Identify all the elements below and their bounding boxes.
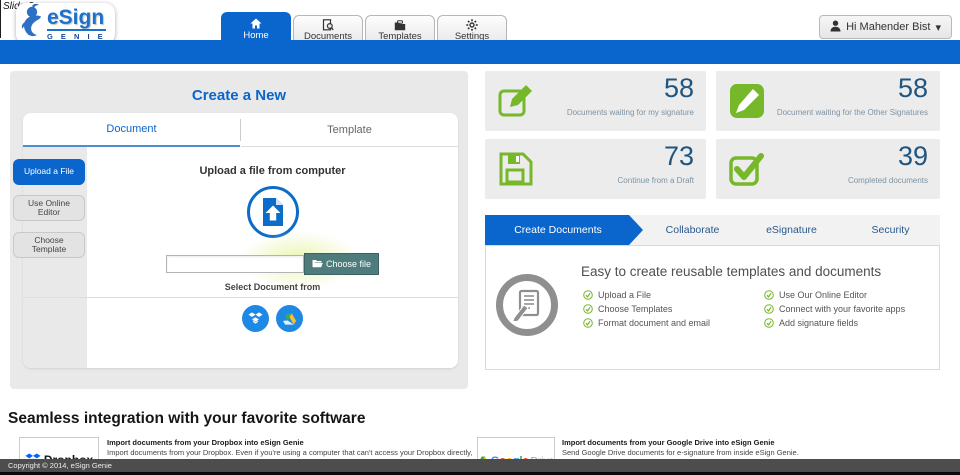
dropbox-icon: [248, 312, 263, 325]
folder-icon: [394, 19, 406, 31]
stat-label: Completed documents: [848, 176, 928, 185]
file-chooser-row: Choose file: [87, 253, 458, 275]
workflow-tab-bar: Create Documents Collaborate eSignature …: [485, 215, 940, 245]
google-integration-body: Send Google Drive documents for e-signat…: [562, 448, 952, 458]
pencil-icon: [728, 82, 766, 125]
choose-file-label: Choose file: [326, 259, 371, 269]
slide-edge-line: [0, 0, 1, 38]
edit-square-icon: [497, 82, 535, 125]
chevron-down-icon: ▾: [935, 21, 941, 34]
person-icon: [830, 20, 841, 35]
upload-a-file-button[interactable]: Upload a File: [13, 159, 85, 185]
logo-wordmark: eSign: [47, 7, 106, 31]
check-circle-icon: [764, 304, 774, 314]
google-drive-icon: [282, 312, 297, 326]
check-circle-icon: [764, 318, 774, 328]
stat-card-completed[interactable]: 39 Completed documents: [716, 139, 940, 199]
stat-value: 73: [664, 141, 694, 172]
check-circle-icon: [583, 290, 593, 300]
google-drive-source-button[interactable]: [276, 305, 303, 332]
tab-document[interactable]: Document: [23, 113, 240, 147]
stat-label: Continue from a Draft: [618, 176, 694, 185]
features-heading: Easy to create reusable templates and do…: [581, 264, 881, 279]
google-integration-text: Import documents from your Google Drive …: [562, 438, 952, 458]
tab-collaborate[interactable]: Collaborate: [643, 215, 742, 245]
user-name: Hi Mahender Bist: [846, 21, 930, 33]
create-card: Document Template Upload a File Use Onli…: [23, 113, 458, 368]
dropbox-source-button[interactable]: [242, 305, 269, 332]
create-panel-title: Create a New: [10, 87, 468, 104]
choose-file-button[interactable]: Choose file: [304, 253, 379, 275]
stat-value: 39: [898, 141, 928, 172]
header-accent-bar: [0, 40, 960, 64]
feature-item: Choose Templates: [583, 304, 710, 314]
stat-value: 58: [664, 73, 694, 104]
feature-item: Connect with your favorite apps: [764, 304, 905, 314]
select-document-from-label: Select Document from: [87, 282, 458, 292]
gear-icon: [466, 19, 478, 31]
google-integration-title: Import documents from your Google Drive …: [562, 438, 952, 448]
check-circle-icon: [583, 304, 593, 314]
feature-item: Upload a File: [583, 290, 710, 300]
stat-value: 58: [898, 73, 928, 104]
integrations-heading: Seamless integration with your favorite …: [8, 410, 365, 428]
stat-card-waiting-my-signature[interactable]: 58 Documents waiting for my signature: [485, 71, 706, 131]
tab-security[interactable]: Security: [841, 215, 940, 245]
nav-tab-label: Home: [243, 30, 268, 41]
feature-item: Format document and email: [583, 318, 710, 328]
tab-esignature[interactable]: eSignature: [742, 215, 841, 245]
upload-heading: Upload a file from computer: [87, 165, 458, 177]
save-icon: [497, 150, 535, 193]
esign-genie-dashboard: Slide 2 eSign G E N I E Home: [0, 0, 960, 475]
tab-template[interactable]: Template: [241, 113, 458, 147]
footer-bar: Copyright © 2014, eSign Genie: [0, 459, 960, 472]
create-card-tabs: Document Template: [23, 113, 458, 147]
open-folder-icon: [312, 259, 323, 270]
genie-mascot-icon: [19, 4, 45, 43]
dropbox-integration-title: Import documents from your Dropbox into …: [107, 438, 479, 448]
choose-template-button[interactable]: Choose Template: [13, 232, 85, 258]
feature-item: Add signature fields: [764, 318, 905, 328]
user-menu-button[interactable]: Hi Mahender Bist ▾: [819, 15, 952, 39]
features-left-column: Upload a File Choose Templates Format do…: [583, 290, 710, 328]
tab-create-documents[interactable]: Create Documents: [485, 215, 643, 245]
feature-item: Use Our Online Editor: [764, 290, 905, 300]
document-search-icon: [322, 19, 334, 31]
divider-line: [23, 297, 458, 298]
stat-card-continue-draft[interactable]: 73 Continue from a Draft: [485, 139, 706, 199]
copyright-text: Copyright © 2014, eSign Genie: [8, 461, 112, 470]
stat-label: Documents waiting for my signature: [567, 108, 694, 117]
document-pen-badge-icon: [496, 274, 558, 336]
stat-label: Document waiting for the Other Signature…: [777, 108, 928, 117]
check-circle-icon: [583, 318, 593, 328]
features-panel: Easy to create reusable templates and do…: [485, 245, 940, 370]
file-path-input[interactable]: [166, 255, 304, 273]
stat-card-waiting-other-signatures[interactable]: 58 Document waiting for the Other Signat…: [716, 71, 940, 131]
features-right-column: Use Our Online Editor Connect with your …: [764, 290, 905, 328]
create-new-panel: Create a New Document Template Upload a …: [10, 71, 468, 389]
esign-genie-logo[interactable]: eSign G E N I E: [16, 3, 115, 44]
use-online-editor-button[interactable]: Use Online Editor: [13, 195, 85, 221]
check-square-icon: [728, 150, 766, 193]
check-circle-icon: [764, 290, 774, 300]
home-icon: [250, 18, 262, 30]
cloud-sources-row: [87, 305, 458, 332]
